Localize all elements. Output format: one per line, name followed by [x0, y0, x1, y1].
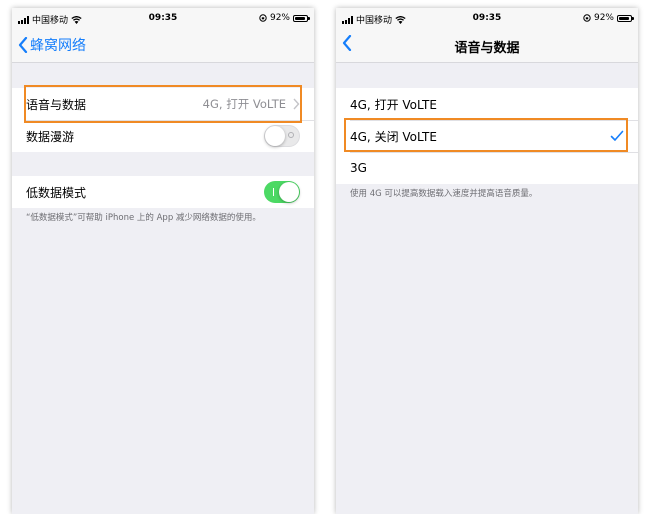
- voice-data-screen: 中国移动 09:35 92% 语音与数据 4G, 打开 VoLTE 4G, 关闭…: [336, 8, 638, 514]
- battery-percent: 92%: [269, 13, 290, 23]
- low-data-group: 低数据模式: [12, 176, 314, 208]
- navigation-bar: 语音与数据: [336, 28, 638, 63]
- battery-icon: [293, 14, 310, 22]
- status-bar: 中国移动 09:35 92%: [336, 8, 638, 28]
- voice-data-footnote: 使用 4G 可以提高数据载入速度并提高语音质量。: [350, 189, 538, 199]
- network-options-group: 4G, 打开 VoLTE 4G, 关闭 VoLTE 3G: [336, 88, 638, 184]
- voice-data-label: 语音与数据: [26, 97, 87, 112]
- low-data-row: 低数据模式: [12, 176, 314, 208]
- status-bar: 中国移动 09:35 92%: [12, 8, 314, 28]
- data-roaming-row: 数据漫游: [12, 120, 314, 152]
- low-data-toggle[interactable]: [264, 181, 300, 203]
- low-data-label: 低数据模式: [26, 185, 87, 200]
- page-title: 语音与数据: [454, 41, 520, 56]
- option-label: 3G: [350, 161, 367, 175]
- navigation-bar: 蜂窝网络: [12, 28, 314, 63]
- back-button[interactable]: 蜂窝网络: [18, 35, 86, 55]
- option-label: 4G, 关闭 VoLTE: [350, 129, 437, 144]
- chevron-left-icon: [18, 37, 28, 53]
- orientation-lock-icon: [583, 14, 591, 22]
- checkmark-icon: [610, 130, 624, 141]
- data-roaming-toggle[interactable]: [264, 125, 300, 147]
- voice-data-row[interactable]: 语音与数据 4G, 打开 VoLTE: [12, 88, 314, 120]
- chevron-right-icon: [293, 98, 300, 110]
- back-button-label: 蜂窝网络: [30, 38, 86, 54]
- option-4g-volte-on[interactable]: 4G, 打开 VoLTE: [336, 88, 638, 120]
- voice-data-value: 4G, 打开 VoLTE: [202, 97, 286, 111]
- orientation-lock-icon: [259, 14, 267, 22]
- battery-icon: [617, 14, 634, 22]
- option-3g[interactable]: 3G: [336, 152, 638, 184]
- option-label: 4G, 打开 VoLTE: [350, 97, 437, 112]
- option-4g-volte-off[interactable]: 4G, 关闭 VoLTE: [336, 120, 638, 152]
- battery-percent: 92%: [593, 13, 614, 23]
- voice-data-group: 语音与数据 4G, 打开 VoLTE 数据漫游: [12, 88, 314, 152]
- low-data-footnote: “低数据模式”可帮助 iPhone 上的 App 减少网络数据的使用。: [26, 213, 261, 223]
- cellular-settings-screen: 中国移动 09:35 92% 蜂窝网络 语音与数据 4G, 打开 VoLTE 数…: [12, 8, 314, 514]
- data-roaming-label: 数据漫游: [26, 129, 75, 144]
